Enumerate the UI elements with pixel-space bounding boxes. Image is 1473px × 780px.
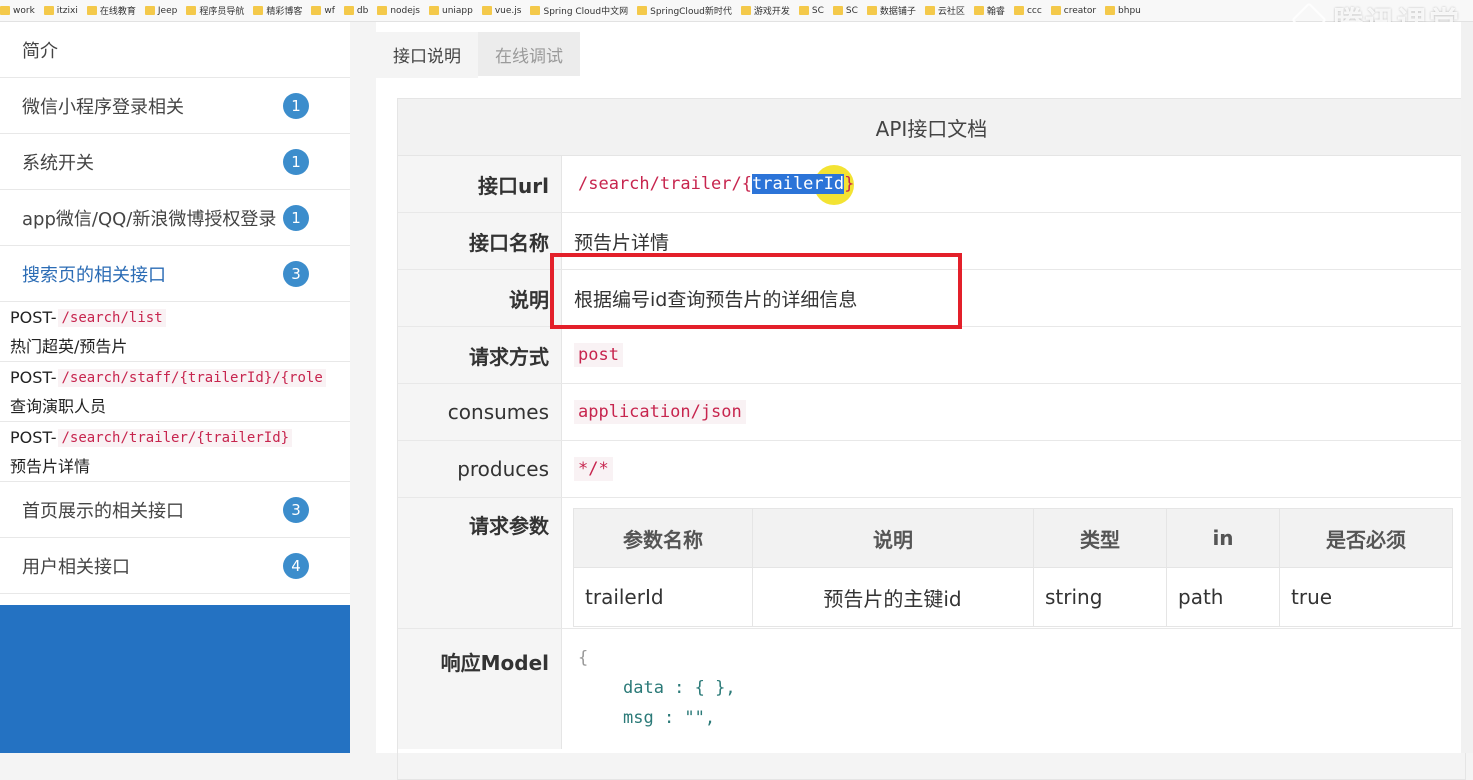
params-table: 参数名称 说明 类型 in 是否必须 trailerId 预告片的主键id st… — [573, 508, 1453, 627]
bookmarks-bar: work itzixi 在线教育 Jeep 程序员导航 精彩博客 wf db nodejs uni… — [0, 0, 1473, 22]
folder-icon — [43, 6, 54, 15]
folder-icon — [866, 6, 877, 15]
col-header: 参数名称 — [573, 508, 753, 568]
bookmark-item[interactable]: SC — [832, 6, 858, 16]
sidebar-subitem-search-staff[interactable]: POST-/search/staff/{trailerId}/{role 查询演… — [0, 362, 350, 422]
scrollbar[interactable] — [1461, 22, 1473, 753]
method-row: 请求方式 post — [398, 327, 1465, 384]
folder-icon — [481, 6, 492, 15]
folder-icon — [144, 6, 155, 15]
folder-icon — [1105, 6, 1116, 15]
sidebar-subitem-search-trailer[interactable]: POST-/search/trailer/{trailerId} 预告片详情 — [0, 422, 350, 482]
folder-icon — [740, 6, 751, 15]
folder-icon — [637, 6, 648, 15]
folder-icon — [798, 6, 809, 15]
folder-icon — [973, 6, 984, 15]
bookmark-item[interactable]: Jeep — [144, 6, 177, 16]
folder-icon — [343, 6, 354, 15]
consumes-row: consumes application/json — [398, 384, 1465, 441]
count-badge: 1 — [283, 148, 309, 175]
sidebar-item-home[interactable]: 首页展示的相关接口 3 — [0, 482, 350, 538]
annotation-highlight-box — [550, 253, 962, 329]
sidebar-item-app-oauth[interactable]: app微信/QQ/新浪微博授权登录 1 — [0, 190, 350, 246]
sidebar: 简介 微信小程序登录相关 1 系统开关 1 app微信/QQ/新浪微博授权登录 1 搜… — [0, 22, 350, 753]
bookmark-item[interactable]: uniapp — [429, 6, 473, 16]
bookmark-item[interactable]: ccc — [1013, 6, 1042, 16]
folder-icon — [832, 6, 843, 15]
col-header: 是否必须 — [1279, 508, 1453, 568]
api-doc-table: API接口文档 接口url /search/trailer/{trailerId… — [397, 98, 1466, 780]
response-json: { data : { }, msg : "", — [578, 648, 736, 728]
folder-icon — [377, 6, 388, 15]
tab-online-debug[interactable]: 在线调试 — [478, 32, 580, 76]
count-badge: 1 — [283, 204, 309, 231]
col-header: 类型 — [1033, 508, 1167, 568]
sidebar-item-system-switch[interactable]: 系统开关 1 — [0, 134, 350, 190]
bookmark-item[interactable]: 数据铺子 — [866, 4, 916, 17]
sidebar-item-search[interactable]: 搜索页的相关接口 3 — [0, 246, 350, 302]
bookmark-item[interactable]: SpringCloud新时代 — [637, 4, 732, 17]
folder-icon — [924, 6, 935, 15]
bookmark-item[interactable]: 游戏开发 — [740, 4, 790, 17]
table-row: trailerId 预告片的主键id string path true — [573, 567, 1453, 627]
bookmark-item[interactable]: 程序员导航 — [186, 4, 244, 17]
folder-icon — [86, 6, 97, 15]
url-row: 接口url /search/trailer/{trailerId} — [398, 156, 1465, 213]
bookmark-item[interactable]: itzixi — [43, 6, 78, 16]
folder-icon — [253, 6, 264, 15]
bookmark-item[interactable]: SC — [798, 6, 824, 16]
folder-icon — [1050, 6, 1061, 15]
bookmark-item[interactable]: bhpu — [1105, 6, 1141, 16]
folder-icon — [311, 6, 322, 15]
count-badge: 4 — [283, 552, 309, 579]
response-model-row: 响应Model { data : { }, msg : "", — [398, 629, 1465, 749]
bookmark-item[interactable]: nodejs — [377, 6, 420, 16]
sidebar-item-intro[interactable]: 简介 — [0, 22, 350, 78]
folder-icon — [0, 6, 10, 15]
folder-icon — [429, 6, 439, 15]
tab-api-doc[interactable]: 接口说明 — [376, 32, 478, 78]
produces-row: produces */* — [398, 441, 1465, 498]
main-panel: 接口说明 在线调试 API接口文档 接口url /search/trailer/… — [376, 22, 1473, 780]
params-row: 请求参数 参数名称 说明 类型 in 是否必须 trailerId 预告片的主键… — [398, 498, 1465, 629]
bookmark-item[interactable]: Spring Cloud中文网 — [530, 4, 628, 17]
bookmark-item[interactable]: 精彩博客 — [253, 4, 302, 17]
bookmark-item[interactable]: creator — [1050, 6, 1096, 16]
folder-icon — [1013, 6, 1024, 15]
doc-title: API接口文档 — [398, 99, 1465, 156]
folder-icon — [530, 6, 541, 15]
bookmark-item[interactable]: 在线教育 — [86, 4, 136, 17]
sidebar-subitem-search-list[interactable]: POST-/search/list 热门超英/预告片 — [0, 302, 350, 362]
col-header: in — [1166, 508, 1280, 568]
count-badge: 3 — [283, 496, 309, 523]
count-badge: 3 — [283, 260, 309, 287]
bookmark-item[interactable]: vue.js — [481, 6, 521, 16]
api-url[interactable]: /search/trailer/{trailerId} — [574, 165, 854, 205]
bookmark-item[interactable]: work — [0, 6, 35, 16]
sidebar-item-wechat-login[interactable]: 微信小程序登录相关 1 — [0, 78, 350, 134]
tab-bar: 接口说明 在线调试 — [376, 32, 580, 78]
col-header: 说明 — [752, 508, 1034, 568]
folder-icon — [186, 6, 197, 15]
bookmark-item[interactable]: 云社区 — [924, 4, 965, 17]
sidebar-item-user[interactable]: 用户相关接口 4 — [0, 538, 350, 594]
count-badge: 1 — [283, 92, 309, 119]
bookmark-item[interactable]: db — [343, 6, 368, 16]
bookmark-item[interactable]: 翰睿 — [973, 4, 1005, 17]
sidebar-footer — [0, 605, 350, 753]
selected-text: trailerId — [752, 174, 845, 194]
bookmark-item[interactable]: wf — [311, 6, 335, 16]
